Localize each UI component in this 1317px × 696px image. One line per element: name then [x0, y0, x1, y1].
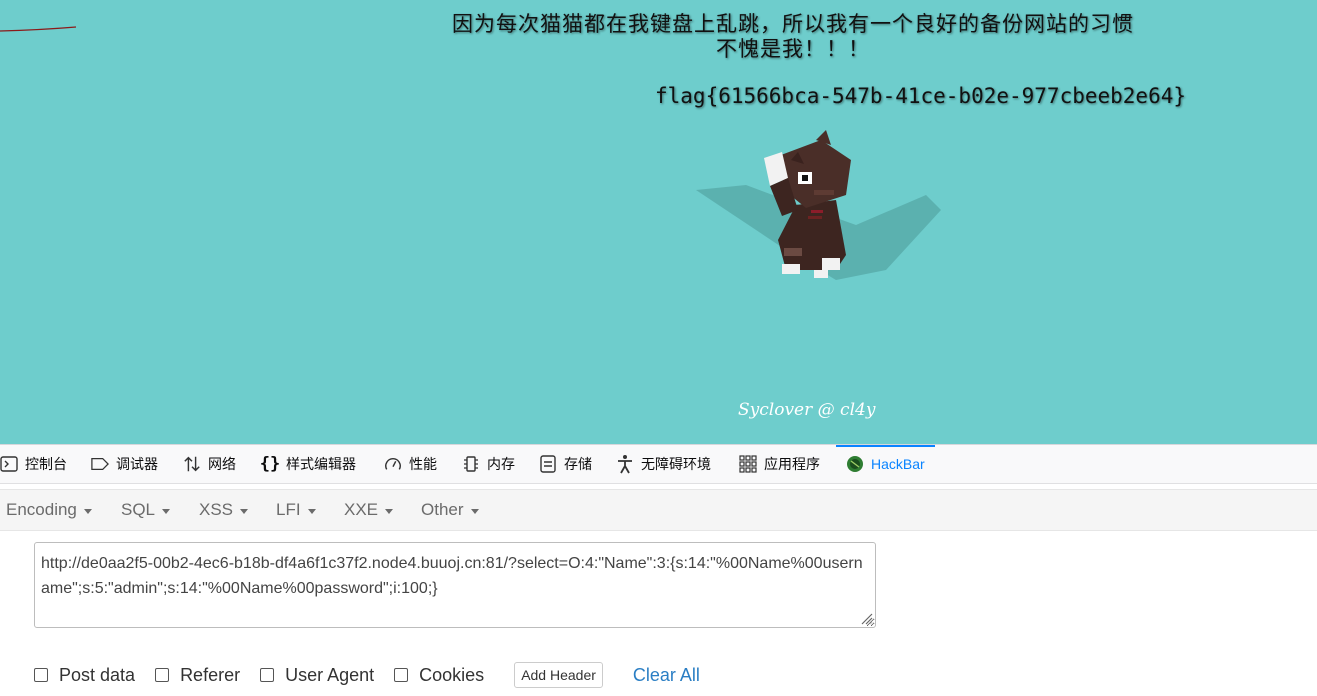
memory-icon — [462, 455, 480, 473]
accessibility-icon — [616, 455, 634, 474]
menu-xxe[interactable]: XXE — [344, 490, 394, 530]
checkbox-label: User Agent — [285, 664, 375, 685]
hackbar-icon — [846, 455, 864, 473]
credit-text: Syclover @ cl4y — [738, 400, 876, 420]
user-agent-checkbox[interactable]: User Agent — [260, 665, 374, 686]
storage-icon — [539, 455, 557, 473]
tab-label: 无障碍环境 — [641, 456, 711, 472]
tab-label: 存储 — [564, 456, 592, 472]
devtools-tabbar: 控制台 调试器 网络 {} 样式编辑器 性能 内存 存储 无障碍环境 应用程序 … — [0, 445, 1317, 484]
cat-image — [696, 130, 941, 280]
cookies-checkbox[interactable]: Cookies — [394, 665, 484, 686]
braces-icon: {} — [259, 454, 281, 474]
grid-icon — [739, 455, 757, 473]
tab-label: 性能 — [409, 456, 437, 472]
clear-all-link[interactable]: Clear All — [633, 665, 700, 686]
url-text: http://de0aa2f5-00b2-4ec6-b18b-df4a6f1c3… — [41, 555, 863, 597]
tab-storage[interactable]: 存储 — [539, 445, 592, 483]
menu-label: XSS — [199, 500, 234, 519]
tab-label: HackBar — [871, 456, 925, 472]
add-header-button[interactable]: Add Header — [514, 662, 603, 688]
scribble-line — [0, 26, 77, 32]
flag-text: flag{61566bca-547b-41ce-b02e-977cbeeb2e6… — [655, 84, 1187, 108]
caret-down-icon — [162, 508, 171, 514]
post-data-checkbox[interactable]: Post data — [34, 665, 135, 686]
tab-memory[interactable]: 内存 — [462, 445, 515, 483]
menu-label: Encoding — [6, 500, 77, 519]
tab-network[interactable]: 网络 — [183, 445, 236, 483]
console-icon — [0, 455, 18, 473]
gauge-icon — [384, 455, 402, 473]
tab-label: 应用程序 — [764, 456, 820, 472]
tab-application[interactable]: 应用程序 — [739, 445, 820, 483]
referer-checkbox[interactable]: Referer — [155, 665, 240, 686]
page-viewport: 因为每次猫猫都在我键盘上乱跳，所以我有一个良好的备份网站的习惯 不愧是我！！！ … — [0, 0, 1317, 444]
caret-down-icon — [307, 508, 316, 514]
heading-line-2: 不愧是我！！！ — [716, 37, 870, 61]
heading-line-1: 因为每次猫猫都在我键盘上乱跳，所以我有一个良好的备份网站的习惯 — [452, 12, 1134, 36]
menu-lfi[interactable]: LFI — [276, 490, 316, 530]
url-textarea[interactable]: http://de0aa2f5-00b2-4ec6-b18b-df4a6f1c3… — [34, 542, 876, 628]
caret-down-icon — [470, 508, 479, 514]
tab-performance[interactable]: 性能 — [384, 445, 437, 483]
tab-console[interactable]: 控制台 — [0, 445, 67, 483]
resize-grip-icon[interactable] — [859, 611, 873, 625]
checkbox-box[interactable] — [394, 668, 409, 682]
tab-hackbar[interactable]: HackBar — [836, 445, 935, 483]
checkbox-label: Post data — [59, 664, 136, 685]
tab-accessibility[interactable]: 无障碍环境 — [616, 445, 711, 483]
tab-label: 网络 — [208, 456, 236, 472]
menu-encoding[interactable]: Encoding — [6, 490, 92, 530]
tab-label: 控制台 — [25, 456, 67, 472]
caret-down-icon — [240, 508, 249, 514]
hackbar-menu: Encoding SQL XSS LFI XXE Other — [0, 489, 1317, 531]
debugger-icon — [91, 455, 109, 473]
menu-label: SQL — [121, 500, 156, 519]
tab-style-editor[interactable]: {} 样式编辑器 — [259, 445, 356, 483]
caret-down-icon — [83, 508, 92, 514]
checkbox-box[interactable] — [155, 668, 170, 682]
menu-xss[interactable]: XSS — [199, 490, 249, 530]
caret-down-icon — [385, 508, 394, 514]
devtools-panel: 控制台 调试器 网络 {} 样式编辑器 性能 内存 存储 无障碍环境 应用程序 … — [0, 444, 1317, 696]
menu-label: LFI — [276, 500, 301, 519]
checkbox-box[interactable] — [34, 668, 48, 682]
tab-label: 样式编辑器 — [286, 456, 356, 472]
hackbar-options: Post data Referer User Agent Cookies Add… — [34, 661, 700, 689]
checkbox-box[interactable] — [260, 668, 275, 682]
page-heading: 因为每次猫猫都在我键盘上乱跳，所以我有一个良好的备份网站的习惯 不愧是我！！！ — [400, 12, 1186, 62]
menu-other[interactable]: Other — [421, 490, 479, 530]
menu-sql[interactable]: SQL — [121, 490, 171, 530]
tab-debugger[interactable]: 调试器 — [91, 445, 158, 483]
tab-label: 内存 — [487, 456, 515, 472]
checkbox-label: Referer — [180, 664, 241, 685]
menu-label: Other — [421, 500, 464, 519]
tab-label: 调试器 — [116, 456, 158, 472]
menu-label: XXE — [344, 500, 379, 519]
checkbox-label: Cookies — [419, 664, 485, 685]
network-icon — [183, 455, 201, 473]
